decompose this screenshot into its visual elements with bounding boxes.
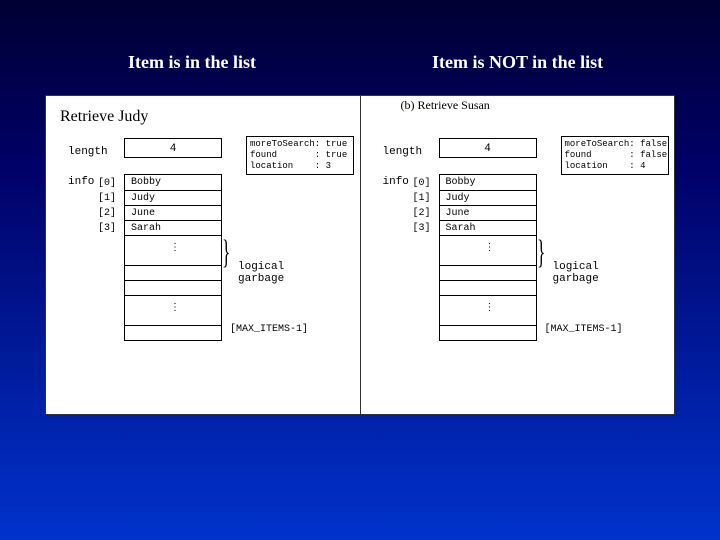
index-col-b: [0] [1] [2] [3] <box>413 176 431 236</box>
array-row-empty <box>125 325 221 340</box>
diagram-panels: length 4 moreToSearch: true found : true… <box>45 95 675 415</box>
array-row: June <box>125 205 221 220</box>
array-gap <box>440 295 536 325</box>
title-left: Item is in the list <box>128 52 256 73</box>
panel-b-caption: (b) Retrieve Susan <box>401 98 490 113</box>
array-row: Bobby <box>125 175 221 190</box>
info-label-a: info <box>68 176 94 188</box>
length-label-a: length <box>68 146 108 158</box>
length-value-b: 4 <box>439 138 537 158</box>
array-row: Judy <box>125 190 221 205</box>
length-value-a: 4 <box>124 138 222 158</box>
array-gap <box>440 235 536 265</box>
retrieve-label: Retrieve Judy <box>52 106 156 128</box>
max-label-a: [MAX_ITEMS-1] <box>230 324 308 335</box>
array-row: June <box>440 205 536 220</box>
array-row: Sarah <box>440 220 536 235</box>
index-col-a: [0] [1] [2] [3] <box>98 176 116 236</box>
array-row-empty <box>125 280 221 295</box>
garbage-label-a: logical garbage <box>238 261 284 285</box>
array-a: Bobby Judy June Sarah <box>124 174 222 341</box>
array-row-empty <box>440 280 536 295</box>
array-row-empty <box>440 325 536 340</box>
max-label-b: [MAX_ITEMS-1] <box>545 324 623 335</box>
state-box-b: moreToSearch: false found : false locati… <box>561 136 669 175</box>
array-row-empty <box>440 265 536 280</box>
title-right: Item is NOT in the list <box>432 52 603 73</box>
array-row: Sarah <box>125 220 221 235</box>
garbage-label-b: logical garbage <box>553 261 599 285</box>
panel-a: length 4 moreToSearch: true found : true… <box>46 96 360 414</box>
length-label-b: length <box>383 146 423 158</box>
array-row: Judy <box>440 190 536 205</box>
array-row: Bobby <box>440 175 536 190</box>
panel-b: (b) Retrieve Susan length 4 moreToSearch… <box>360 96 675 414</box>
state-box-a: moreToSearch: true found : true location… <box>246 136 354 175</box>
brace-icon: } <box>222 234 230 272</box>
array-gap <box>125 235 221 265</box>
array-row-empty <box>125 265 221 280</box>
info-label-b: info <box>383 176 409 188</box>
array-gap <box>125 295 221 325</box>
brace-icon: } <box>537 234 545 272</box>
array-b: Bobby Judy June Sarah <box>439 174 537 341</box>
